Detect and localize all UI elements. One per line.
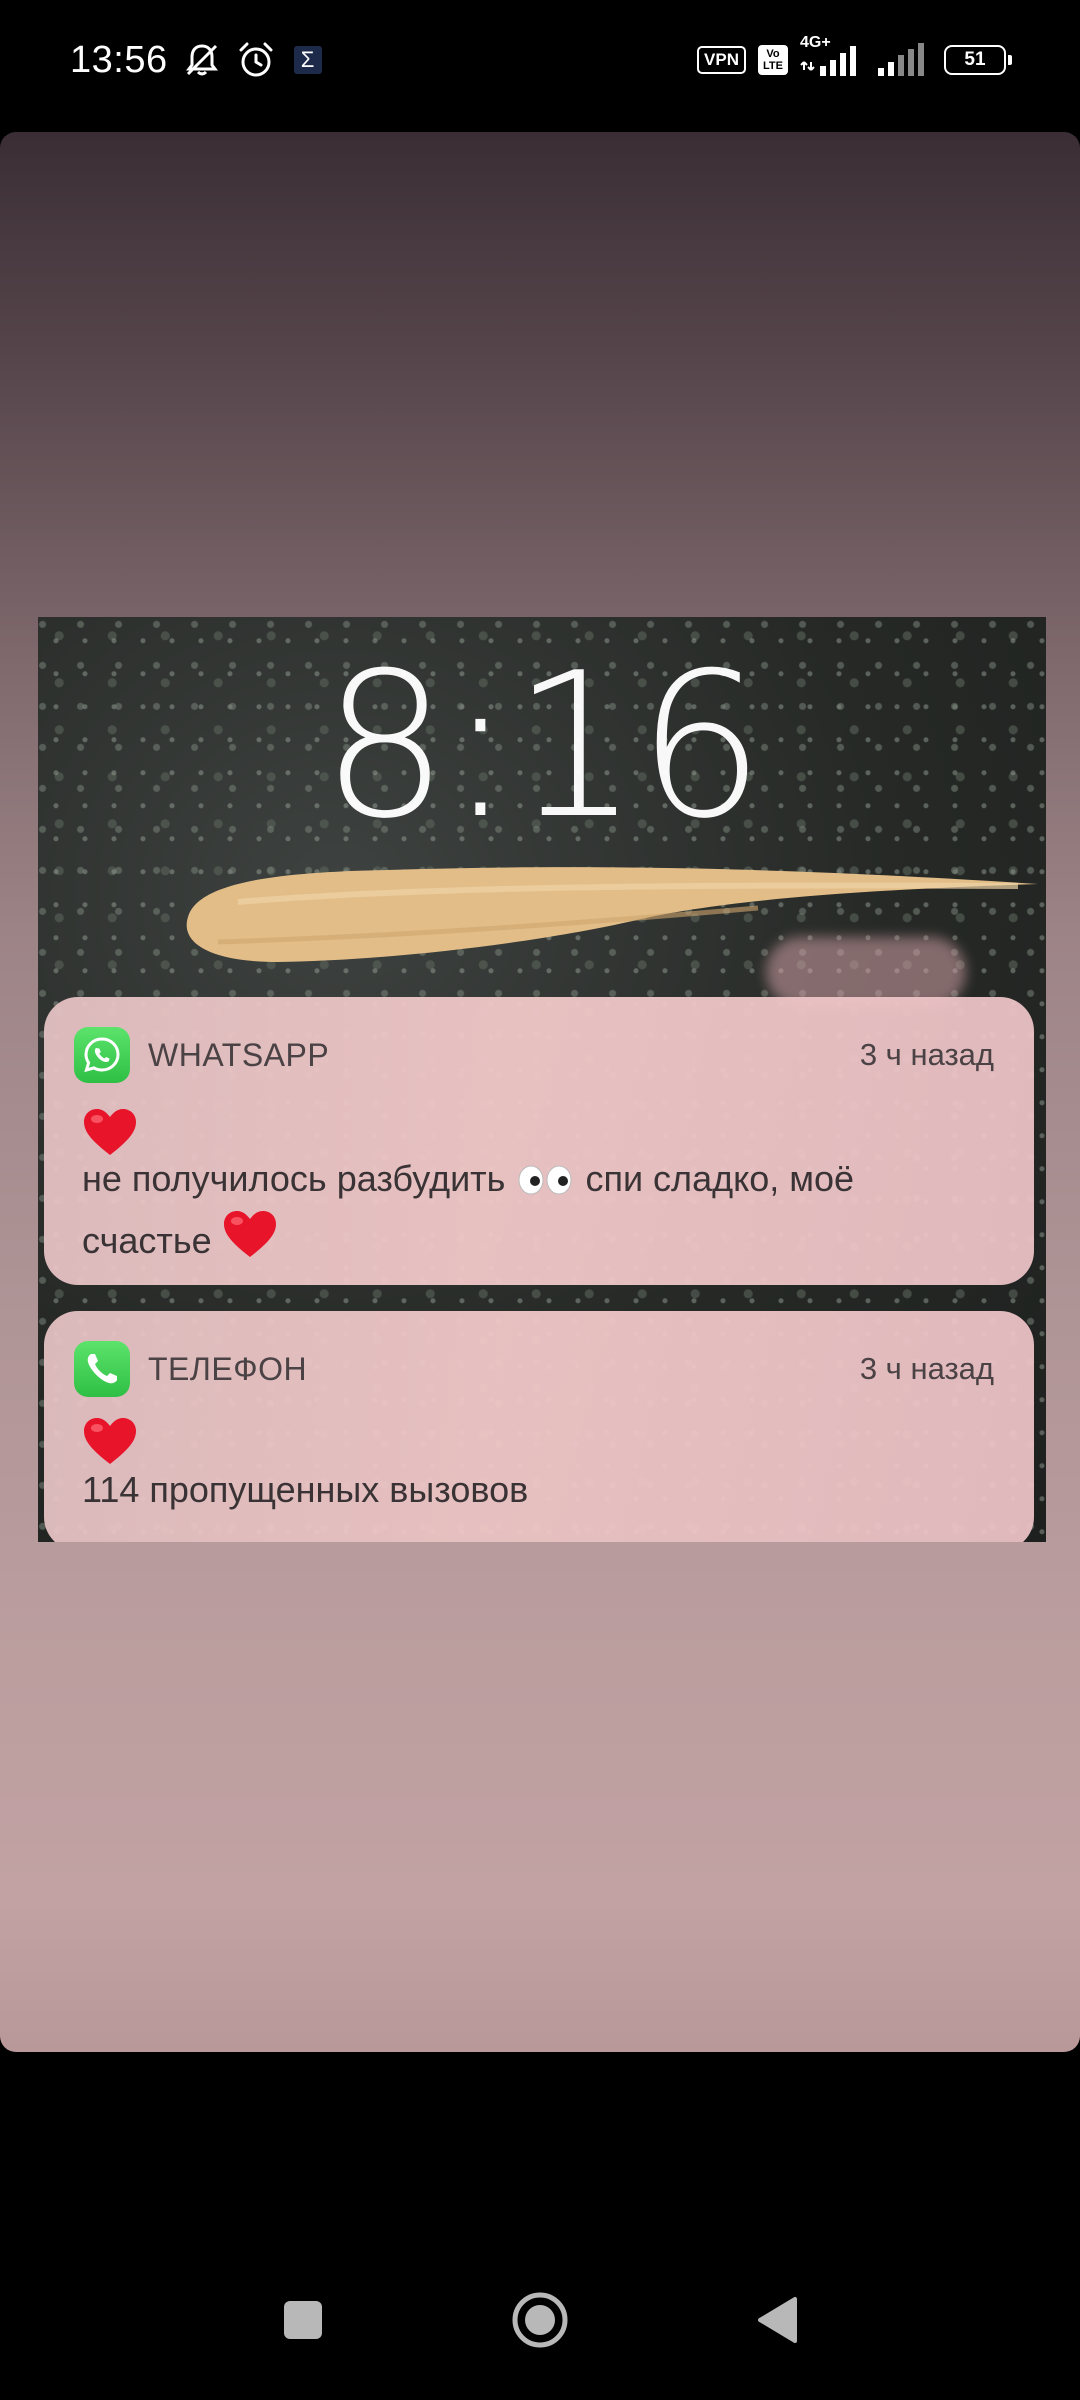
sigma-app-icon: Σ [293,46,322,74]
signal-strength-icon-sim1: 4G+ [800,34,864,80]
notification-header: ТЕЛЕФОН 3 ч назад [74,1341,994,1397]
volte-line1: Vo [766,48,780,60]
vpn-badge: VPN [697,46,746,74]
notification-time: 3 ч назад [859,1037,994,1072]
status-right: VPN Vo LTE 4G+ 51 [697,30,1012,90]
back-button[interactable] [737,2280,817,2360]
image-viewer[interactable]: 8:16 WHATSAPP 3 ч назад не получилось ра… [0,132,1080,2052]
triangle-back-icon [758,2297,797,2343]
eyes-icon [515,1161,575,1209]
battery-icon: 51 [944,45,1012,75]
status-time: 13:56 [70,38,168,81]
lockscreen-clock: 8:16 [321,630,764,863]
navigation-bar [0,2220,1080,2400]
message-line2: спи сладко, моё [585,1158,855,1199]
whatsapp-icon [74,1027,130,1083]
recent-apps-button[interactable] [263,2280,343,2360]
heart-icon [82,1416,138,1471]
notification-whatsapp[interactable]: WHATSAPP 3 ч назад не получилось разбуди… [44,997,1034,1285]
notification-message: 114 пропущенных вызовов [82,1469,529,1510]
square-icon [284,2301,322,2339]
message-line1: не получилось разбудить [82,1158,506,1199]
volte-icon: Vo LTE [758,45,788,75]
notification-header: WHATSAPP 3 ч назад [74,1027,994,1083]
phone-icon [74,1341,130,1397]
paint-scribble [186,867,1038,962]
message-line3: счастье [82,1220,212,1261]
notification-time: 3 ч назад [859,1351,994,1386]
alarm-icon [236,40,276,80]
heart-icon [222,1209,278,1271]
signal-strength-icon-sim2 [876,40,932,80]
mute-icon [182,40,222,80]
notification-phone[interactable]: ТЕЛЕФОН 3 ч назад 114 пропущенных вызово… [44,1311,1034,1542]
home-button[interactable] [500,2280,580,2360]
screen: 13:56 Σ VPN Vo LTE 4G+ 51 8:16 WHATSAPP … [0,0,1080,2400]
notification-message: не получилось разбудить спи сладко, моё … [82,1155,994,1271]
status-bar: 13:56 Σ VPN Vo LTE 4G+ 51 [0,0,1080,120]
volte-line2: LTE [763,60,783,72]
lockscreen-photo[interactable]: 8:16 WHATSAPP 3 ч назад не получилось ра… [38,617,1046,1542]
app-name: WHATSAPP [148,1036,330,1073]
app-name: ТЕЛЕФОН [148,1350,308,1387]
status-left: 13:56 Σ [70,30,322,90]
circle-icon [512,2292,568,2348]
heart-icon [82,1107,138,1162]
